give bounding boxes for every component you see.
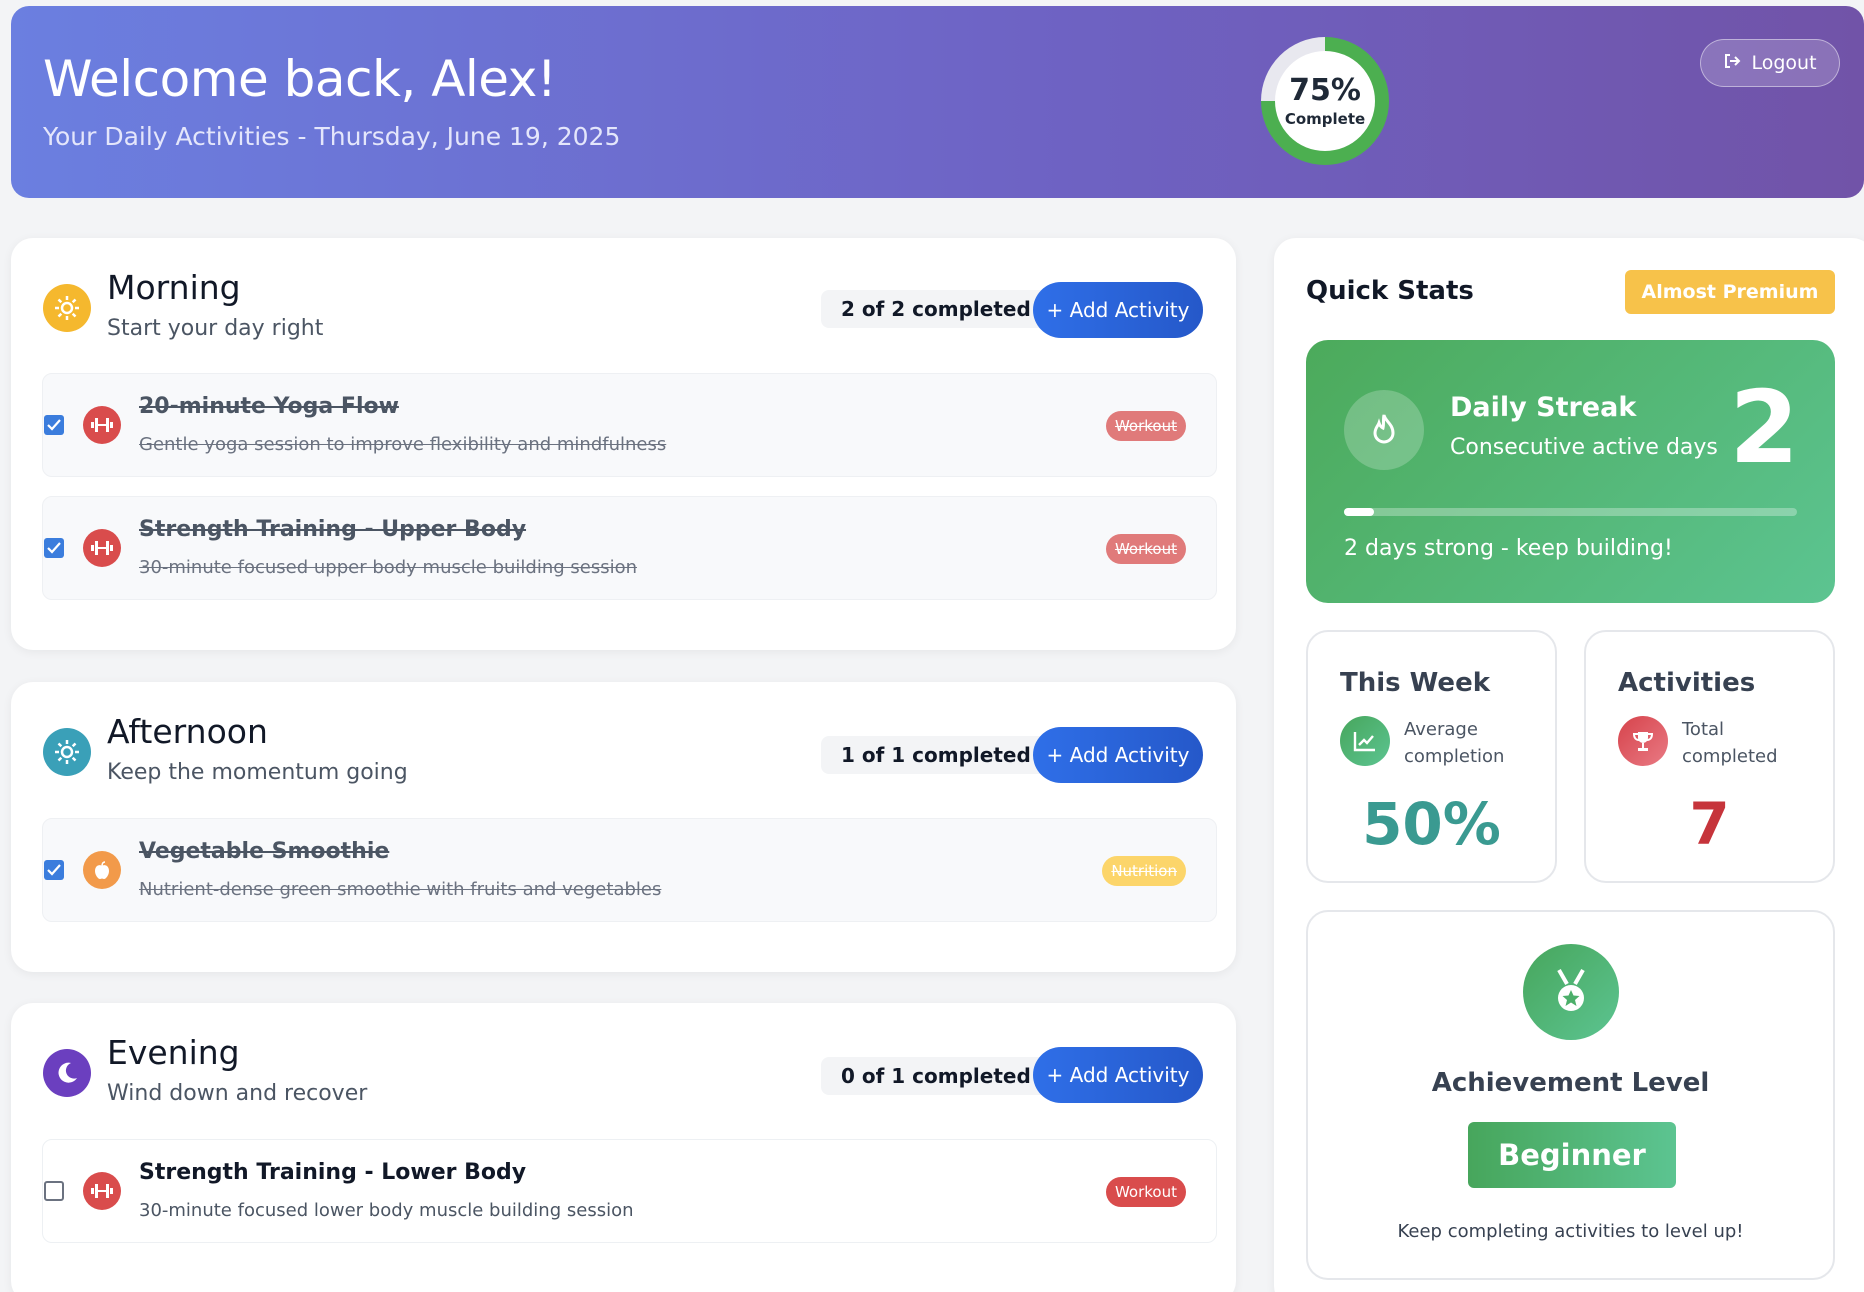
activity-checkbox[interactable] — [44, 860, 64, 880]
streak-note: 2 days strong - keep building! — [1344, 536, 1673, 561]
activity-description: Nutrient-dense green smoothie with fruit… — [139, 879, 662, 900]
this-week-value: 50% — [1362, 790, 1501, 858]
logout-button[interactable]: Logout — [1700, 39, 1840, 87]
dumbbell-icon — [83, 406, 121, 444]
dumbbell-icon — [83, 1172, 121, 1210]
this-week-label: Average completion — [1404, 719, 1505, 767]
period-subtitle: Wind down and recover — [107, 1081, 368, 1106]
progress-percent: 75% — [1289, 73, 1361, 108]
achievement-title: Achievement Level — [1431, 1068, 1710, 1098]
period-title: Evening — [107, 1033, 240, 1072]
activity-description: Gentle yoga session to improve flexibili… — [139, 434, 667, 455]
streak-title: Daily Streak — [1450, 392, 1637, 423]
activities-title: Activities — [1618, 668, 1756, 698]
evening-section: Evening Wind down and recover 0 of 1 com… — [11, 1003, 1236, 1292]
premium-badge: Almost Premium — [1625, 270, 1835, 314]
activity-item: Vegetable Smoothie Nutrient-dense green … — [42, 818, 1217, 922]
activities-label: Total completed — [1682, 719, 1778, 767]
activity-item: 20-minute Yoga Flow Gentle yoga session … — [42, 373, 1217, 477]
category-tag: Workout — [1105, 411, 1186, 441]
add-activity-button[interactable]: + Add Activity — [1033, 282, 1203, 338]
logout-icon — [1723, 52, 1741, 74]
medal-icon — [1523, 944, 1619, 1040]
category-tag: Nutrition — [1102, 856, 1186, 886]
moon-icon — [43, 1049, 91, 1097]
apple-icon — [83, 851, 121, 889]
streak-progress-fill — [1344, 508, 1375, 516]
add-activity-button[interactable]: + Add Activity — [1033, 1047, 1203, 1103]
activity-title: Vegetable Smoothie — [139, 839, 390, 864]
achievement-level-badge: Beginner — [1468, 1122, 1676, 1188]
streak-progress-bar — [1344, 508, 1797, 516]
sun-icon — [43, 728, 91, 776]
category-tag: Workout — [1105, 534, 1186, 564]
activity-checkbox[interactable] — [44, 1181, 64, 1201]
category-tag: Workout — [1105, 1177, 1186, 1207]
activity-title: 20-minute Yoga Flow — [139, 394, 399, 419]
daily-progress-ring: 75% Complete — [1261, 37, 1389, 165]
daily-streak-card: Daily Streak Consecutive active days 2 2… — [1306, 340, 1835, 603]
fire-icon — [1344, 390, 1424, 470]
trophy-icon — [1618, 716, 1668, 766]
period-subtitle: Start your day right — [107, 316, 324, 341]
date-subtitle: Your Daily Activities - Thursday, June 1… — [43, 122, 621, 151]
activity-description: 30-minute focused lower body muscle buil… — [139, 1200, 634, 1221]
activity-title: Strength Training - Lower Body — [139, 1160, 527, 1185]
header-banner: Welcome back, Alex! Your Daily Activitie… — [11, 6, 1864, 198]
completion-count: 0 of 1 completed — [821, 1057, 1051, 1095]
streak-subtitle: Consecutive active days — [1450, 435, 1718, 460]
period-title: Afternoon — [107, 712, 268, 751]
activity-title: Strength Training - Upper Body — [139, 517, 527, 542]
activity-checkbox[interactable] — [44, 538, 64, 558]
achievement-card: Achievement Level Beginner Keep completi… — [1306, 910, 1835, 1280]
activities-card: Activities Total completed 7 — [1584, 630, 1835, 883]
completion-count: 1 of 1 completed — [821, 736, 1051, 774]
progress-label: Complete — [1284, 110, 1366, 128]
activity-item: Strength Training - Upper Body 30-minute… — [42, 496, 1217, 600]
this-week-title: This Week — [1340, 668, 1490, 698]
completion-count: 2 of 2 completed — [821, 290, 1051, 328]
sun-icon — [43, 284, 91, 332]
quick-stats-title: Quick Stats — [1306, 276, 1474, 306]
logout-label: Logout — [1751, 52, 1817, 74]
this-week-card: This Week Average completion 50% — [1306, 630, 1557, 883]
afternoon-section: Afternoon Keep the momentum going 1 of 1… — [11, 682, 1236, 972]
period-subtitle: Keep the momentum going — [107, 760, 408, 785]
dumbbell-icon — [83, 529, 121, 567]
period-title: Morning — [107, 268, 241, 307]
activity-checkbox[interactable] — [44, 415, 64, 435]
chart-line-icon — [1340, 716, 1390, 766]
morning-section: Morning Start your day right 2 of 2 comp… — [11, 238, 1236, 650]
welcome-title: Welcome back, Alex! — [43, 50, 557, 108]
add-activity-button[interactable]: + Add Activity — [1033, 727, 1203, 783]
achievement-note: Keep completing activities to level up! — [1397, 1221, 1744, 1242]
activity-description: 30-minute focused upper body muscle buil… — [139, 557, 638, 578]
streak-value: 2 — [1729, 369, 1799, 486]
activities-value: 7 — [1689, 790, 1730, 858]
activity-item: Strength Training - Lower Body 30-minute… — [42, 1139, 1217, 1243]
